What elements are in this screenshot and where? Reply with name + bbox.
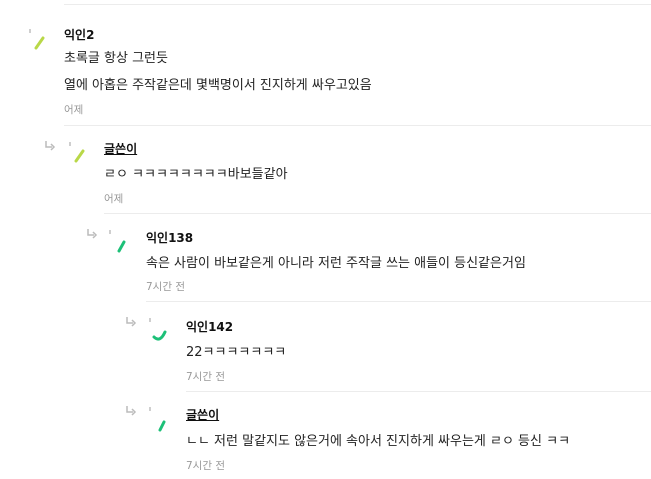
reply-arrow-icon — [45, 141, 56, 151]
comment-time: 7시간 전 — [186, 460, 225, 472]
comment-time: 어제 — [104, 193, 124, 205]
comment-author-writer[interactable]: 글쓴이 — [186, 406, 219, 423]
comment-author[interactable]: 익인142 — [186, 318, 233, 335]
top-divider — [64, 4, 651, 5]
comment-text-line: 열에 아홉은 주작같은데 몇백명이서 진지하게 싸우고있음 — [64, 78, 372, 93]
comment-text-line: 초록글 항상 그런듯 — [64, 51, 168, 66]
avatar-lime-slash-icon[interactable] — [66, 141, 96, 171]
comment-time: 7시간 전 — [146, 281, 185, 293]
avatar-green-stroke-icon[interactable] — [146, 406, 176, 436]
comment-divider — [186, 391, 651, 392]
comment-text-line: ㄹㅇ ㅋㅋㅋㅋㅋㅋㅋㅋ바보들같아 — [104, 167, 288, 182]
comment-text-line: 속은 사람이 바보같은게 아니라 저런 주작글 쓰는 애들이 등신같은거임 — [146, 256, 526, 271]
comment-divider — [104, 213, 651, 214]
comment-author[interactable]: 익인138 — [146, 229, 193, 246]
comment-author-writer[interactable]: 글쓴이 — [104, 140, 137, 157]
comment-time: 7시간 전 — [186, 371, 225, 383]
comment-time: 어제 — [64, 104, 84, 116]
avatar-lime-slash-icon[interactable] — [26, 28, 56, 58]
comment-author[interactable]: 익인2 — [64, 26, 94, 43]
comment-divider — [146, 301, 651, 302]
reply-arrow-icon — [87, 229, 98, 239]
avatar-green-stroke-icon[interactable] — [106, 229, 136, 259]
comment-text-line: ㄴㄴ 저런 말같지도 않은거에 속아서 진지하게 싸우는게 ㄹㅇ 등신 ㅋㅋ — [186, 434, 571, 449]
avatar-green-arc-icon[interactable] — [146, 317, 176, 347]
comment-text-line: 22ㅋㅋㅋㅋㅋㅋㅋ — [186, 345, 287, 360]
reply-arrow-icon — [126, 317, 137, 327]
reply-arrow-icon — [126, 406, 137, 416]
comment-divider — [64, 125, 651, 126]
